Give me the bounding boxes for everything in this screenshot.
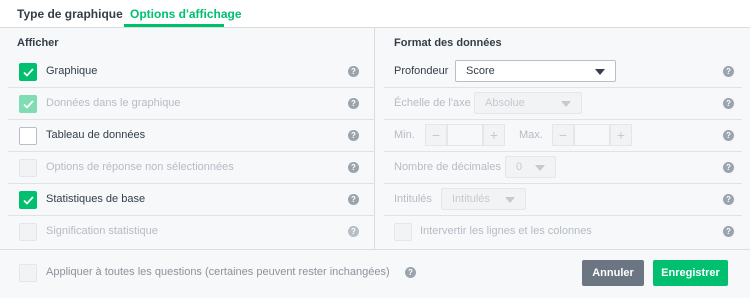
max-input[interactable] [574,124,610,146]
help-icon[interactable]: ? [348,98,359,109]
invert-checkbox[interactable] [394,223,412,241]
help-icon[interactable]: ? [348,226,359,237]
depth-value: Score [466,65,495,77]
significance-checkbox[interactable] [19,223,37,241]
option-row-basic-stats: Statistiques de base ? [8,184,374,216]
tab-bar: Type de graphique Options d'affichage [0,0,750,27]
help-icon[interactable]: ? [723,98,734,109]
help-icon[interactable]: ? [723,66,734,77]
help-icon[interactable]: ? [405,267,416,278]
help-icon[interactable]: ? [348,130,359,141]
axis-scale-select[interactable]: Absolue [474,92,582,114]
depth-row: Profondeur Score ? [384,56,742,88]
axis-scale-label: Échelle de l'axe [394,97,471,109]
help-icon[interactable]: ? [348,162,359,173]
decimals-row: Nombre de décimales 0 ? [384,152,742,184]
chevron-down-icon [595,69,605,75]
decimals-label: Nombre de décimales [394,161,501,173]
tab-display-options[interactable]: Options d'affichage [130,7,242,21]
check-icon [23,196,34,205]
chevron-down-icon [561,101,571,107]
min-input[interactable] [447,124,483,146]
labels-row: Intitulés Intitulés ? [384,184,742,216]
check-icon [23,100,34,109]
help-icon[interactable]: ? [723,130,734,141]
min-label: Min. [394,129,415,141]
minmax-row: Min. − + Max. − + ? [384,120,742,152]
data-in-chart-label: Données dans le graphique [46,97,181,109]
labels-select[interactable]: Intitulés [441,188,526,210]
apply-all-label: Appliquer à toutes les questions (certai… [46,266,390,278]
option-row-unselected-answers: Options de réponse non sélectionnées ? [8,152,374,184]
data-format-section-title: Format des données [394,37,502,49]
help-icon[interactable]: ? [723,162,734,173]
check-icon [23,68,34,77]
unselected-answers-label: Options de réponse non sélectionnées [46,161,234,173]
max-label: Max. [519,129,543,141]
chevron-down-icon [535,165,545,171]
labels-label: Intitulés [394,193,432,205]
option-row-significance: Signification statistique ? [8,216,374,248]
save-button[interactable]: Enregistrer [653,260,728,286]
axis-scale-row: Échelle de l'axe Absolue ? [384,88,742,120]
axis-scale-value: Absolue [485,97,525,109]
column-divider [374,27,375,249]
footer-divider [0,249,750,250]
option-row-chart: Graphique ? [8,56,374,88]
chevron-down-icon [505,197,515,203]
option-row-data-table: Tableau de données ? [8,120,374,152]
chart-checkbox[interactable] [19,63,37,81]
max-decrement-button[interactable]: − [552,124,574,146]
help-icon[interactable]: ? [348,66,359,77]
data-in-chart-checkbox[interactable] [19,95,37,113]
depth-select[interactable]: Score [455,60,616,82]
help-icon[interactable]: ? [348,194,359,205]
significance-label: Signification statistique [46,225,158,237]
show-section-title: Afficher [17,37,59,49]
cancel-button[interactable]: Annuler [582,260,644,286]
basic-stats-label: Statistiques de base [46,193,146,205]
invert-label: Intervertir les lignes et les colonnes [420,225,592,237]
option-row-data-in-chart: Données dans le graphique ? [8,88,374,120]
help-icon[interactable]: ? [723,226,734,237]
help-icon[interactable]: ? [723,194,734,205]
tab-chart-type[interactable]: Type de graphique [17,7,123,21]
basic-stats-checkbox[interactable] [19,191,37,209]
apply-all-checkbox[interactable] [19,264,37,282]
chart-label: Graphique [46,65,98,77]
labels-value: Intitulés [452,193,490,205]
depth-label: Profondeur [394,65,449,77]
min-increment-button[interactable]: + [483,124,505,146]
decimals-value: 0 [516,161,523,173]
max-increment-button[interactable]: + [610,124,632,146]
data-table-label: Tableau de données [46,129,146,141]
unselected-answers-checkbox[interactable] [19,159,37,177]
min-decrement-button[interactable]: − [425,124,447,146]
decimals-select[interactable]: 0 [505,156,556,178]
data-table-checkbox[interactable] [19,127,37,145]
apply-all-row: Appliquer à toutes les questions (certai… [8,258,428,288]
invert-row: Intervertir les lignes et les colonnes ? [384,216,742,248]
